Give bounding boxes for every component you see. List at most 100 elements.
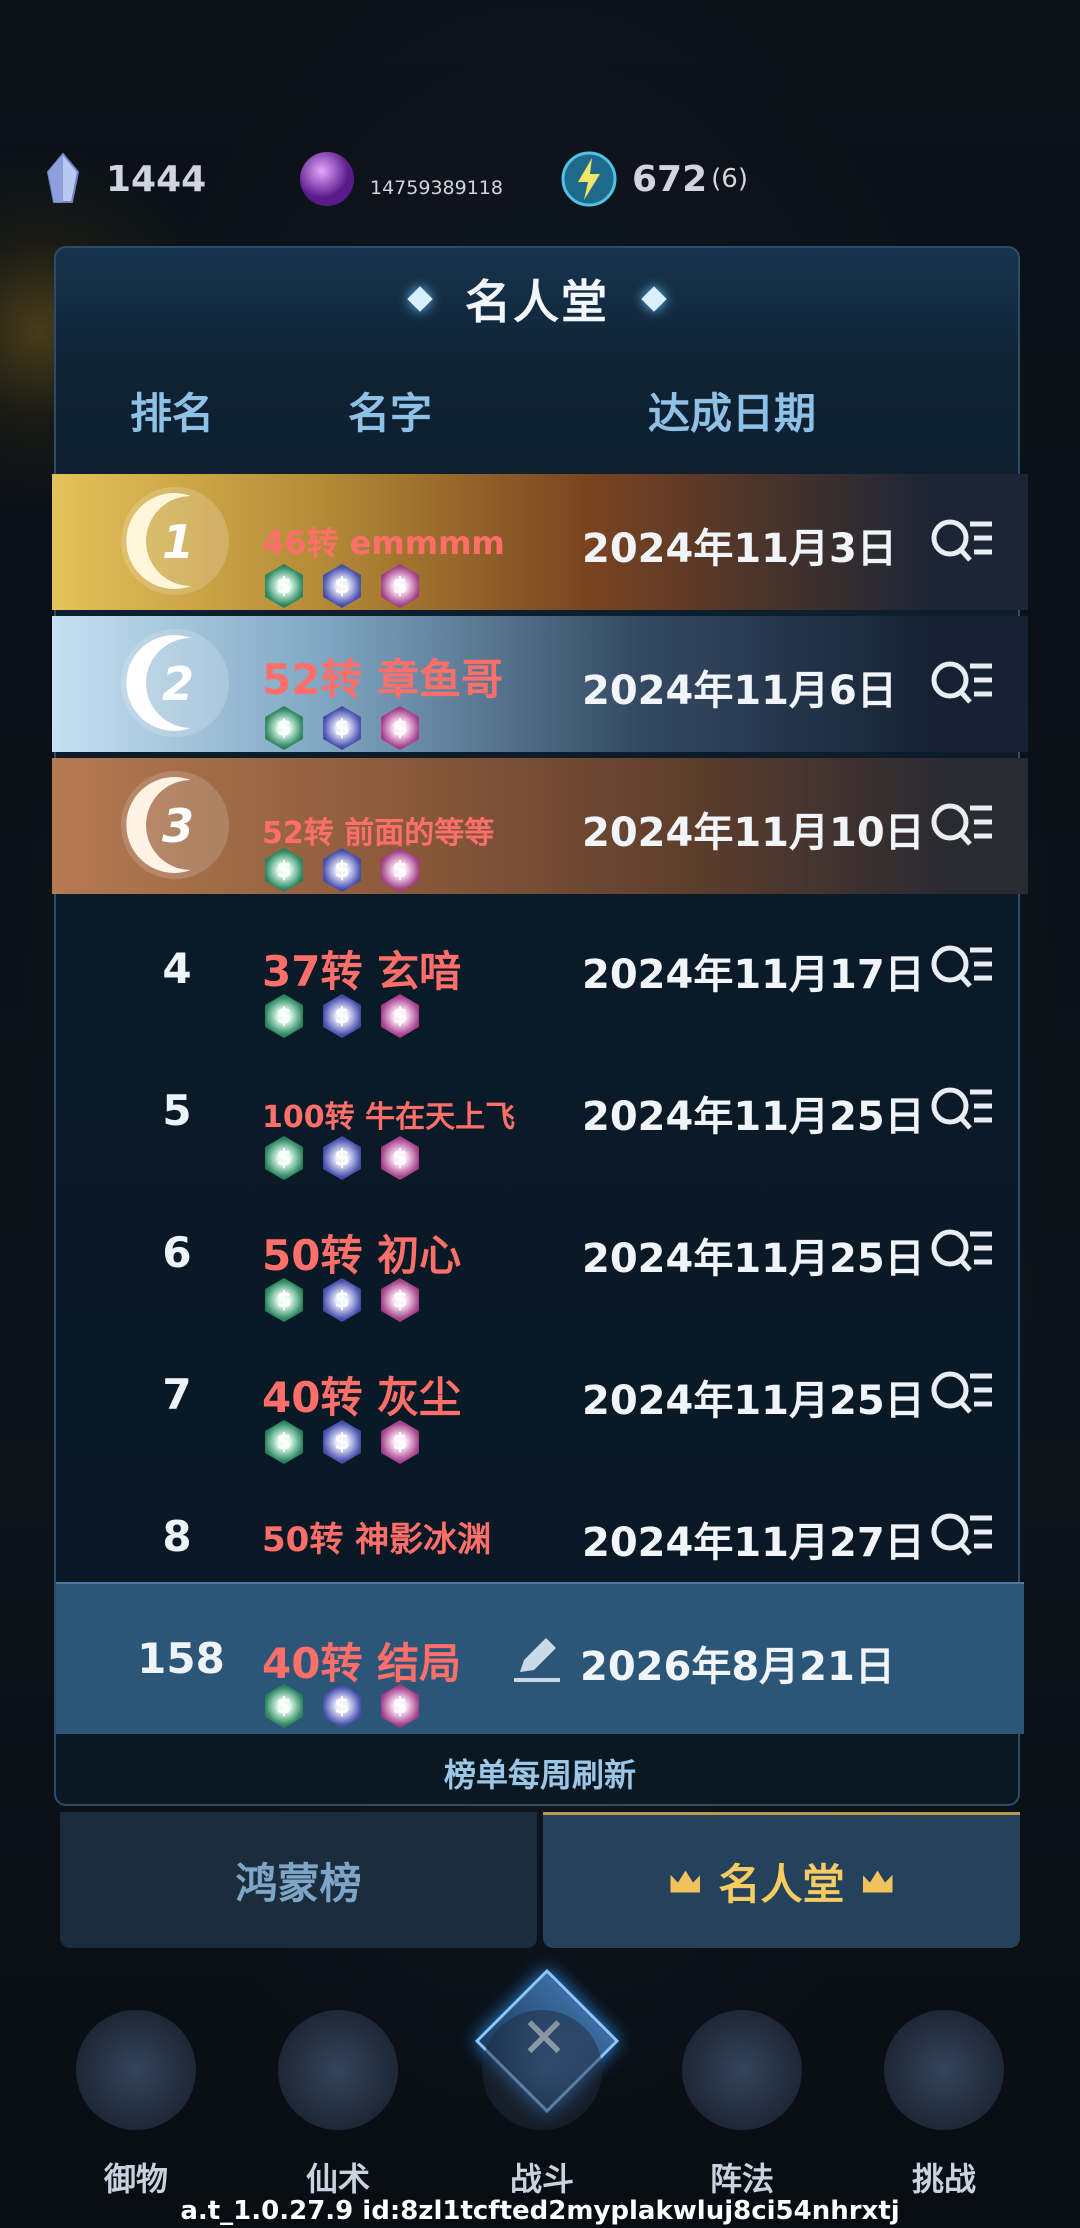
rank-number: 3 xyxy=(162,799,194,853)
purple-badge-icon: $ xyxy=(381,994,419,1038)
purple-badge-icon: $ xyxy=(381,1684,419,1728)
achieve-date: 2024年11月17日 xyxy=(582,952,925,998)
badge-group: $ $ $ xyxy=(262,564,422,608)
purple-badge-icon: $ xyxy=(381,706,419,750)
view-detail-icon[interactable] xyxy=(930,514,994,570)
battle-icon xyxy=(482,2010,602,2130)
badge-group: $ $ $ xyxy=(262,706,422,750)
achieve-date: 2024年11月27日 xyxy=(582,1520,925,1566)
nav-label: 战斗 xyxy=(509,2160,574,2198)
green-badge-icon: $ xyxy=(265,564,303,608)
tab-hall-of-fame[interactable]: 名人堂 xyxy=(543,1812,1020,1948)
view-detail-icon[interactable] xyxy=(930,1224,994,1280)
column-name: 名字 xyxy=(348,389,433,438)
column-rank: 排名 xyxy=(130,389,215,438)
resource-orb: 14759389118 xyxy=(298,150,503,208)
blue-badge-icon: $ xyxy=(323,1684,361,1728)
green-badge-icon: $ xyxy=(265,848,303,892)
refresh-note: 榜单每周刷新 xyxy=(443,1756,636,1794)
rank-number: 2 xyxy=(162,657,194,711)
tab-label: 鸿蒙榜 xyxy=(235,1858,362,1908)
purple-badge-icon: $ xyxy=(381,848,419,892)
nav-item-tiaozhan[interactable]: 挑战 xyxy=(864,2010,1024,2200)
badge-group: $ $ $ xyxy=(262,1684,422,1728)
blue-badge-icon: $ xyxy=(323,1278,361,1322)
crown-icon xyxy=(862,1870,893,1893)
blue-badge-icon: $ xyxy=(323,1136,361,1180)
resource-energy: 672 (6) xyxy=(560,150,748,208)
badge-group: $ $ $ xyxy=(262,848,422,892)
tab-hongmeng[interactable]: 鸿蒙榜 xyxy=(60,1812,537,1948)
achieve-date: 2024年11月25日 xyxy=(582,1378,925,1424)
player-name: 46转 emmmm xyxy=(262,524,505,562)
rank-number: 8 xyxy=(162,1512,192,1561)
edit-name-icon[interactable] xyxy=(512,1636,562,1682)
resource-crystal: 1444 xyxy=(34,150,206,208)
view-detail-icon[interactable] xyxy=(930,1366,994,1422)
rank-number: 6 xyxy=(162,1228,192,1277)
badge-group: $ $ $ xyxy=(262,994,422,1038)
rank-number: 158 xyxy=(137,1634,225,1683)
column-date: 达成日期 xyxy=(648,389,817,438)
achieve-date: 2024年11月3日 xyxy=(582,526,897,572)
spell-card-icon xyxy=(278,2010,398,2130)
rank-number: 4 xyxy=(162,944,192,993)
green-badge-icon: $ xyxy=(265,1278,303,1322)
view-detail-icon[interactable] xyxy=(930,1508,994,1564)
purple-badge-icon: $ xyxy=(381,1278,419,1322)
table-row: 8 50转 神影冰渊 2024年11月27日 xyxy=(52,1468,1028,1580)
badge-group: $ $ $ xyxy=(262,1136,422,1180)
badge-group: $ $ $ xyxy=(262,1420,422,1464)
table-row: 3 52转 前面的等等 2024年11月10日 $ $ $ xyxy=(52,758,1028,894)
view-detail-icon[interactable] xyxy=(930,656,994,712)
build-id-text: a.t_1.0.27.9 id:8zl1tcfted2myplakwluj8ci… xyxy=(180,2196,900,2226)
blue-badge-icon: $ xyxy=(323,1420,361,1464)
blue-badge-icon: $ xyxy=(323,706,361,750)
nav-item-xianshu[interactable]: 仙术 xyxy=(258,2010,418,2200)
self-rank-row: 158 40转 结局 2026年8月21日 $ $ $ xyxy=(56,1582,1024,1734)
crescent-medal-icon: 1 xyxy=(121,487,229,595)
crescent-medal-icon: 3 xyxy=(121,771,229,879)
dialog-title: 名人堂 xyxy=(54,254,1020,344)
diamond-icon xyxy=(407,286,433,312)
achieve-date: 2026年8月21日 xyxy=(580,1644,895,1690)
green-badge-icon: $ xyxy=(265,1136,303,1180)
table-header: 排名 名字 达成日期 xyxy=(0,372,1080,442)
crystal-icon xyxy=(46,152,80,203)
player-name: 50转 神影冰渊 xyxy=(262,1520,492,1560)
green-badge-icon: $ xyxy=(265,1420,303,1464)
green-badge-icon: $ xyxy=(265,706,303,750)
table-row: 2 52转 章鱼哥 2024年11月6日 $ $ $ xyxy=(52,616,1028,752)
blue-badge-icon: $ xyxy=(323,994,361,1038)
diamond-icon xyxy=(641,286,667,312)
achieve-date: 2024年11月6日 xyxy=(582,668,897,714)
formation-icon xyxy=(682,2010,802,2130)
green-badge-icon: $ xyxy=(265,1684,303,1728)
player-name: 37转 玄喑 xyxy=(262,947,462,996)
table-row: 5 100转 牛在天上飞 2024年11月25日 $ $ $ xyxy=(52,1042,1028,1180)
weapon-icon xyxy=(76,2010,196,2130)
player-name: 52转 章鱼哥 xyxy=(262,655,504,704)
green-badge-icon: $ xyxy=(265,994,303,1038)
table-row: 4 37转 玄喑 2024年11月17日 $ $ $ xyxy=(52,900,1028,1038)
player-name: 50转 初心 xyxy=(262,1231,462,1280)
bottom-nav: 御物 仙术 战斗 阵法 挑战 xyxy=(0,2010,1080,2200)
table-row: 1 46转 emmmm 2024年11月3日 $ $ $ xyxy=(52,474,1028,610)
rank-number: 5 xyxy=(162,1086,192,1135)
nav-item-zhandou[interactable]: 战斗 xyxy=(462,2010,622,2200)
view-detail-icon[interactable] xyxy=(930,940,994,996)
purple-badge-icon: $ xyxy=(381,1420,419,1464)
ranking-tabs: 鸿蒙榜 名人堂 xyxy=(60,1812,1020,1948)
blue-badge-icon: $ xyxy=(323,564,361,608)
nav-label: 挑战 xyxy=(911,2160,976,2198)
tab-label: 名人堂 xyxy=(718,1860,845,1909)
achieve-date: 2024年11月25日 xyxy=(582,1094,925,1140)
view-detail-icon[interactable] xyxy=(930,1082,994,1138)
player-name: 40转 灰尘 xyxy=(262,1373,462,1422)
nav-item-zhenfa[interactable]: 阵法 xyxy=(662,2010,822,2200)
view-detail-icon[interactable] xyxy=(930,798,994,854)
purple-orb-icon xyxy=(300,152,354,206)
nav-item-yuwu[interactable]: 御物 xyxy=(56,2010,216,2200)
nav-label: 仙术 xyxy=(305,2160,370,2198)
player-name: 40转 结局 xyxy=(262,1639,462,1688)
